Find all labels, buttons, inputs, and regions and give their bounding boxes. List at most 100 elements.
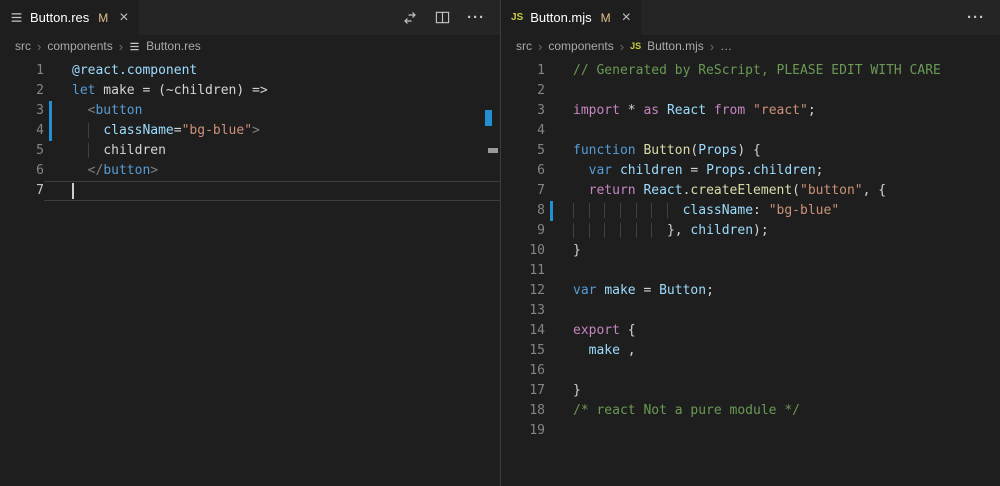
code-line[interactable]: 18 /* react Not a pure module */ <box>501 401 1000 421</box>
line-number[interactable]: 5 <box>501 141 545 161</box>
code-text[interactable]: } <box>573 381 581 401</box>
code-line[interactable]: 7 <box>0 181 500 201</box>
code-text[interactable]: </button> <box>72 161 158 181</box>
code-text[interactable]: var make = Button; <box>573 281 714 301</box>
line-number[interactable]: 4 <box>0 121 44 141</box>
code-line[interactable]: 16 <box>501 361 1000 381</box>
line-number[interactable]: 17 <box>501 381 545 401</box>
breadcrumb-item-file[interactable]: Button.res <box>146 39 201 53</box>
code-text[interactable]: make , <box>573 341 636 361</box>
code-line[interactable]: 1 @react.component <box>0 61 500 81</box>
breadcrumb-item-src[interactable]: src <box>516 39 532 53</box>
line-number[interactable]: 16 <box>501 361 545 381</box>
open-changes-icon[interactable] <box>402 10 418 26</box>
editor-gutter <box>44 181 72 201</box>
line-number[interactable]: 14 <box>501 321 545 341</box>
code-text[interactable]: return React.createElement("button", { <box>573 181 886 201</box>
code-text[interactable]: <button <box>72 101 142 121</box>
line-number[interactable]: 1 <box>501 61 545 81</box>
code-line[interactable]: 3 <button <box>0 101 500 121</box>
code-line[interactable]: 17} <box>501 381 1000 401</box>
code-text[interactable]: className: "bg-blue" <box>573 201 839 221</box>
code-text[interactable]: // Generated by ReScript, PLEASE EDIT WI… <box>573 61 941 81</box>
line-number[interactable]: 1 <box>0 61 44 81</box>
breadcrumb-item-src[interactable]: src <box>15 39 31 53</box>
code-line[interactable]: 15 make , <box>501 341 1000 361</box>
line-number[interactable]: 3 <box>0 101 44 121</box>
line-number[interactable]: 8 <box>501 201 545 221</box>
editor-gutter <box>545 101 573 121</box>
editor-gutter <box>545 201 573 221</box>
code-line[interactable]: 13 <box>501 301 1000 321</box>
split-editor-icon[interactable] <box>435 10 450 25</box>
line-number[interactable]: 11 <box>501 261 545 281</box>
line-number[interactable]: 13 <box>501 301 545 321</box>
code-line[interactable]: 10} <box>501 241 1000 261</box>
code-line[interactable]: 5 children <box>0 141 500 161</box>
line-number[interactable]: 12 <box>501 281 545 301</box>
code-text[interactable]: import * as React from "react"; <box>573 101 816 121</box>
code-text[interactable]: export { <box>573 321 636 341</box>
line-number[interactable]: 6 <box>0 161 44 181</box>
code-line[interactable]: 4 className="bg-blue"> <box>0 121 500 141</box>
tab-button-mjs[interactable]: JS Button.mjs M × <box>501 0 641 35</box>
code-line[interactable]: 1 // Generated by ReScript, PLEASE EDIT W… <box>501 61 1000 81</box>
breadcrumb-item-components[interactable]: components <box>548 39 613 53</box>
tab-button-res[interactable]: Button.res M × <box>0 0 139 35</box>
code-text[interactable]: className="bg-blue"> <box>72 121 260 141</box>
more-actions-icon[interactable]: ··· <box>467 10 485 25</box>
code-line[interactable]: 5 function Button(Props) { <box>501 141 1000 161</box>
code-line[interactable]: 4 <box>501 121 1000 141</box>
line-number[interactable]: 3 <box>501 101 545 121</box>
git-modified-line-marker <box>550 201 553 221</box>
code-line[interactable]: 11 <box>501 261 1000 281</box>
code-line[interactable]: 19 <box>501 421 1000 441</box>
code-text[interactable]: let make = (~children) => <box>72 81 268 101</box>
close-icon[interactable]: × <box>119 10 128 26</box>
code-editor-right[interactable]: 1 // Generated by ReScript, PLEASE EDIT W… <box>501 57 1000 486</box>
breadcrumb-item-file[interactable]: Button.mjs <box>647 39 704 53</box>
text-cursor <box>72 183 74 199</box>
code-text[interactable]: function Button(Props) { <box>573 141 761 161</box>
line-number[interactable]: 2 <box>0 81 44 101</box>
code-text[interactable]: children <box>72 141 166 161</box>
line-number[interactable]: 19 <box>501 421 545 441</box>
git-modified-badge: M <box>601 11 611 25</box>
code-editor-left[interactable]: 1 @react.component 2 let make = (~children)… <box>0 57 500 486</box>
code-line[interactable]: 14 export { <box>501 321 1000 341</box>
line-number[interactable]: 7 <box>501 181 545 201</box>
editor-group-right: JS Button.mjs M × ··· src › components ›… <box>500 0 1000 486</box>
code-line[interactable]: 7 return React.createElement("button", { <box>501 181 1000 201</box>
more-actions-icon[interactable]: ··· <box>967 10 985 25</box>
line-number[interactable]: 9 <box>501 221 545 241</box>
line-number[interactable]: 18 <box>501 401 545 421</box>
line-number[interactable]: 6 <box>501 161 545 181</box>
code-line[interactable]: 6 </button> <box>0 161 500 181</box>
git-modified-line-marker <box>49 101 52 121</box>
code-line[interactable]: 12 var make = Button; <box>501 281 1000 301</box>
code-line[interactable]: 2 let make = (~children) => <box>0 81 500 101</box>
code-line[interactable]: 6 var children = Props.children; <box>501 161 1000 181</box>
chevron-right-icon: › <box>119 40 123 53</box>
code-text[interactable]: }, children); <box>573 221 769 241</box>
editor-gutter <box>545 181 573 201</box>
code-line[interactable]: 9 }, children); <box>501 221 1000 241</box>
code-text[interactable]: @react.component <box>72 61 197 81</box>
line-number[interactable]: 2 <box>501 81 545 101</box>
overview-modified-marker <box>485 110 492 126</box>
chevron-right-icon: › <box>538 40 542 53</box>
line-number[interactable]: 7 <box>0 181 44 201</box>
code-line[interactable]: 2 <box>501 81 1000 101</box>
line-number[interactable]: 4 <box>501 121 545 141</box>
line-number[interactable]: 15 <box>501 341 545 361</box>
breadcrumb-item-components[interactable]: components <box>47 39 112 53</box>
breadcrumb-overflow[interactable]: … <box>720 39 732 53</box>
line-number[interactable]: 5 <box>0 141 44 161</box>
line-number[interactable]: 10 <box>501 241 545 261</box>
code-text[interactable]: } <box>573 241 581 261</box>
close-icon[interactable]: × <box>622 10 631 26</box>
code-line[interactable]: 3 import * as React from "react"; <box>501 101 1000 121</box>
code-text[interactable]: var children = Props.children; <box>573 161 823 181</box>
code-line[interactable]: 8 className: "bg-blue" <box>501 201 1000 221</box>
code-text[interactable]: /* react Not a pure module */ <box>573 401 800 421</box>
